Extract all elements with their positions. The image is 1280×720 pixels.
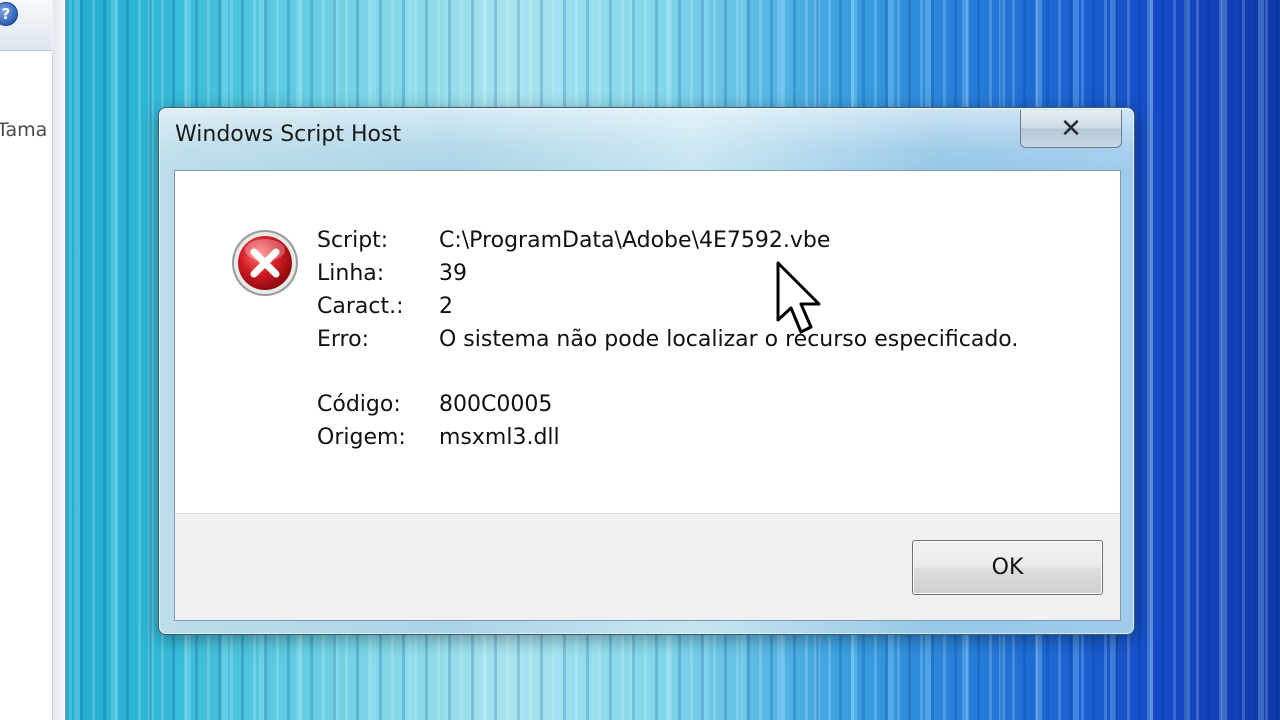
background-toolbar: ?	[0, 0, 52, 51]
script-host-error-dialog: Windows Script Host ✕ Script: C:\Program…	[158, 107, 1135, 635]
mouse-cursor-icon	[776, 261, 821, 334]
error-icon	[232, 230, 298, 296]
background-explorer-window: ? Tama	[0, 0, 66, 720]
char-value: 2	[439, 294, 453, 319]
ok-button[interactable]: OK	[912, 540, 1103, 595]
close-button[interactable]: ✕	[1020, 110, 1122, 148]
dialog-client-area: Script: C:\ProgramData\Adobe\4E7592.vbe …	[174, 170, 1121, 621]
code-value: 800C0005	[439, 392, 553, 417]
close-icon: ✕	[1060, 113, 1082, 144]
code-label: Código:	[317, 392, 401, 417]
line-value: 39	[439, 261, 467, 286]
error-value: O sistema não pode localizar o recurso e…	[439, 327, 1019, 352]
script-value: C:\ProgramData\Adobe\4E7592.vbe	[439, 228, 831, 253]
char-label: Caract.:	[317, 294, 404, 319]
help-icon[interactable]: ?	[0, 2, 18, 26]
script-label: Script:	[317, 228, 389, 253]
desktop: ? Tama Windows Script Host ✕ Script: C:\…	[0, 0, 1280, 720]
column-header-size[interactable]: Tama	[0, 119, 47, 141]
error-label: Erro:	[317, 327, 369, 352]
dialog-title: Windows Script Host	[175, 122, 402, 147]
source-label: Origem:	[317, 425, 406, 450]
background-scrollbar[interactable]	[53, 0, 65, 720]
source-value: msxml3.dll	[439, 425, 560, 450]
background-file-pane: Tama	[0, 51, 53, 720]
line-label: Linha:	[317, 261, 385, 286]
message-area: Script: C:\ProgramData\Adobe\4E7592.vbe …	[175, 171, 1120, 513]
